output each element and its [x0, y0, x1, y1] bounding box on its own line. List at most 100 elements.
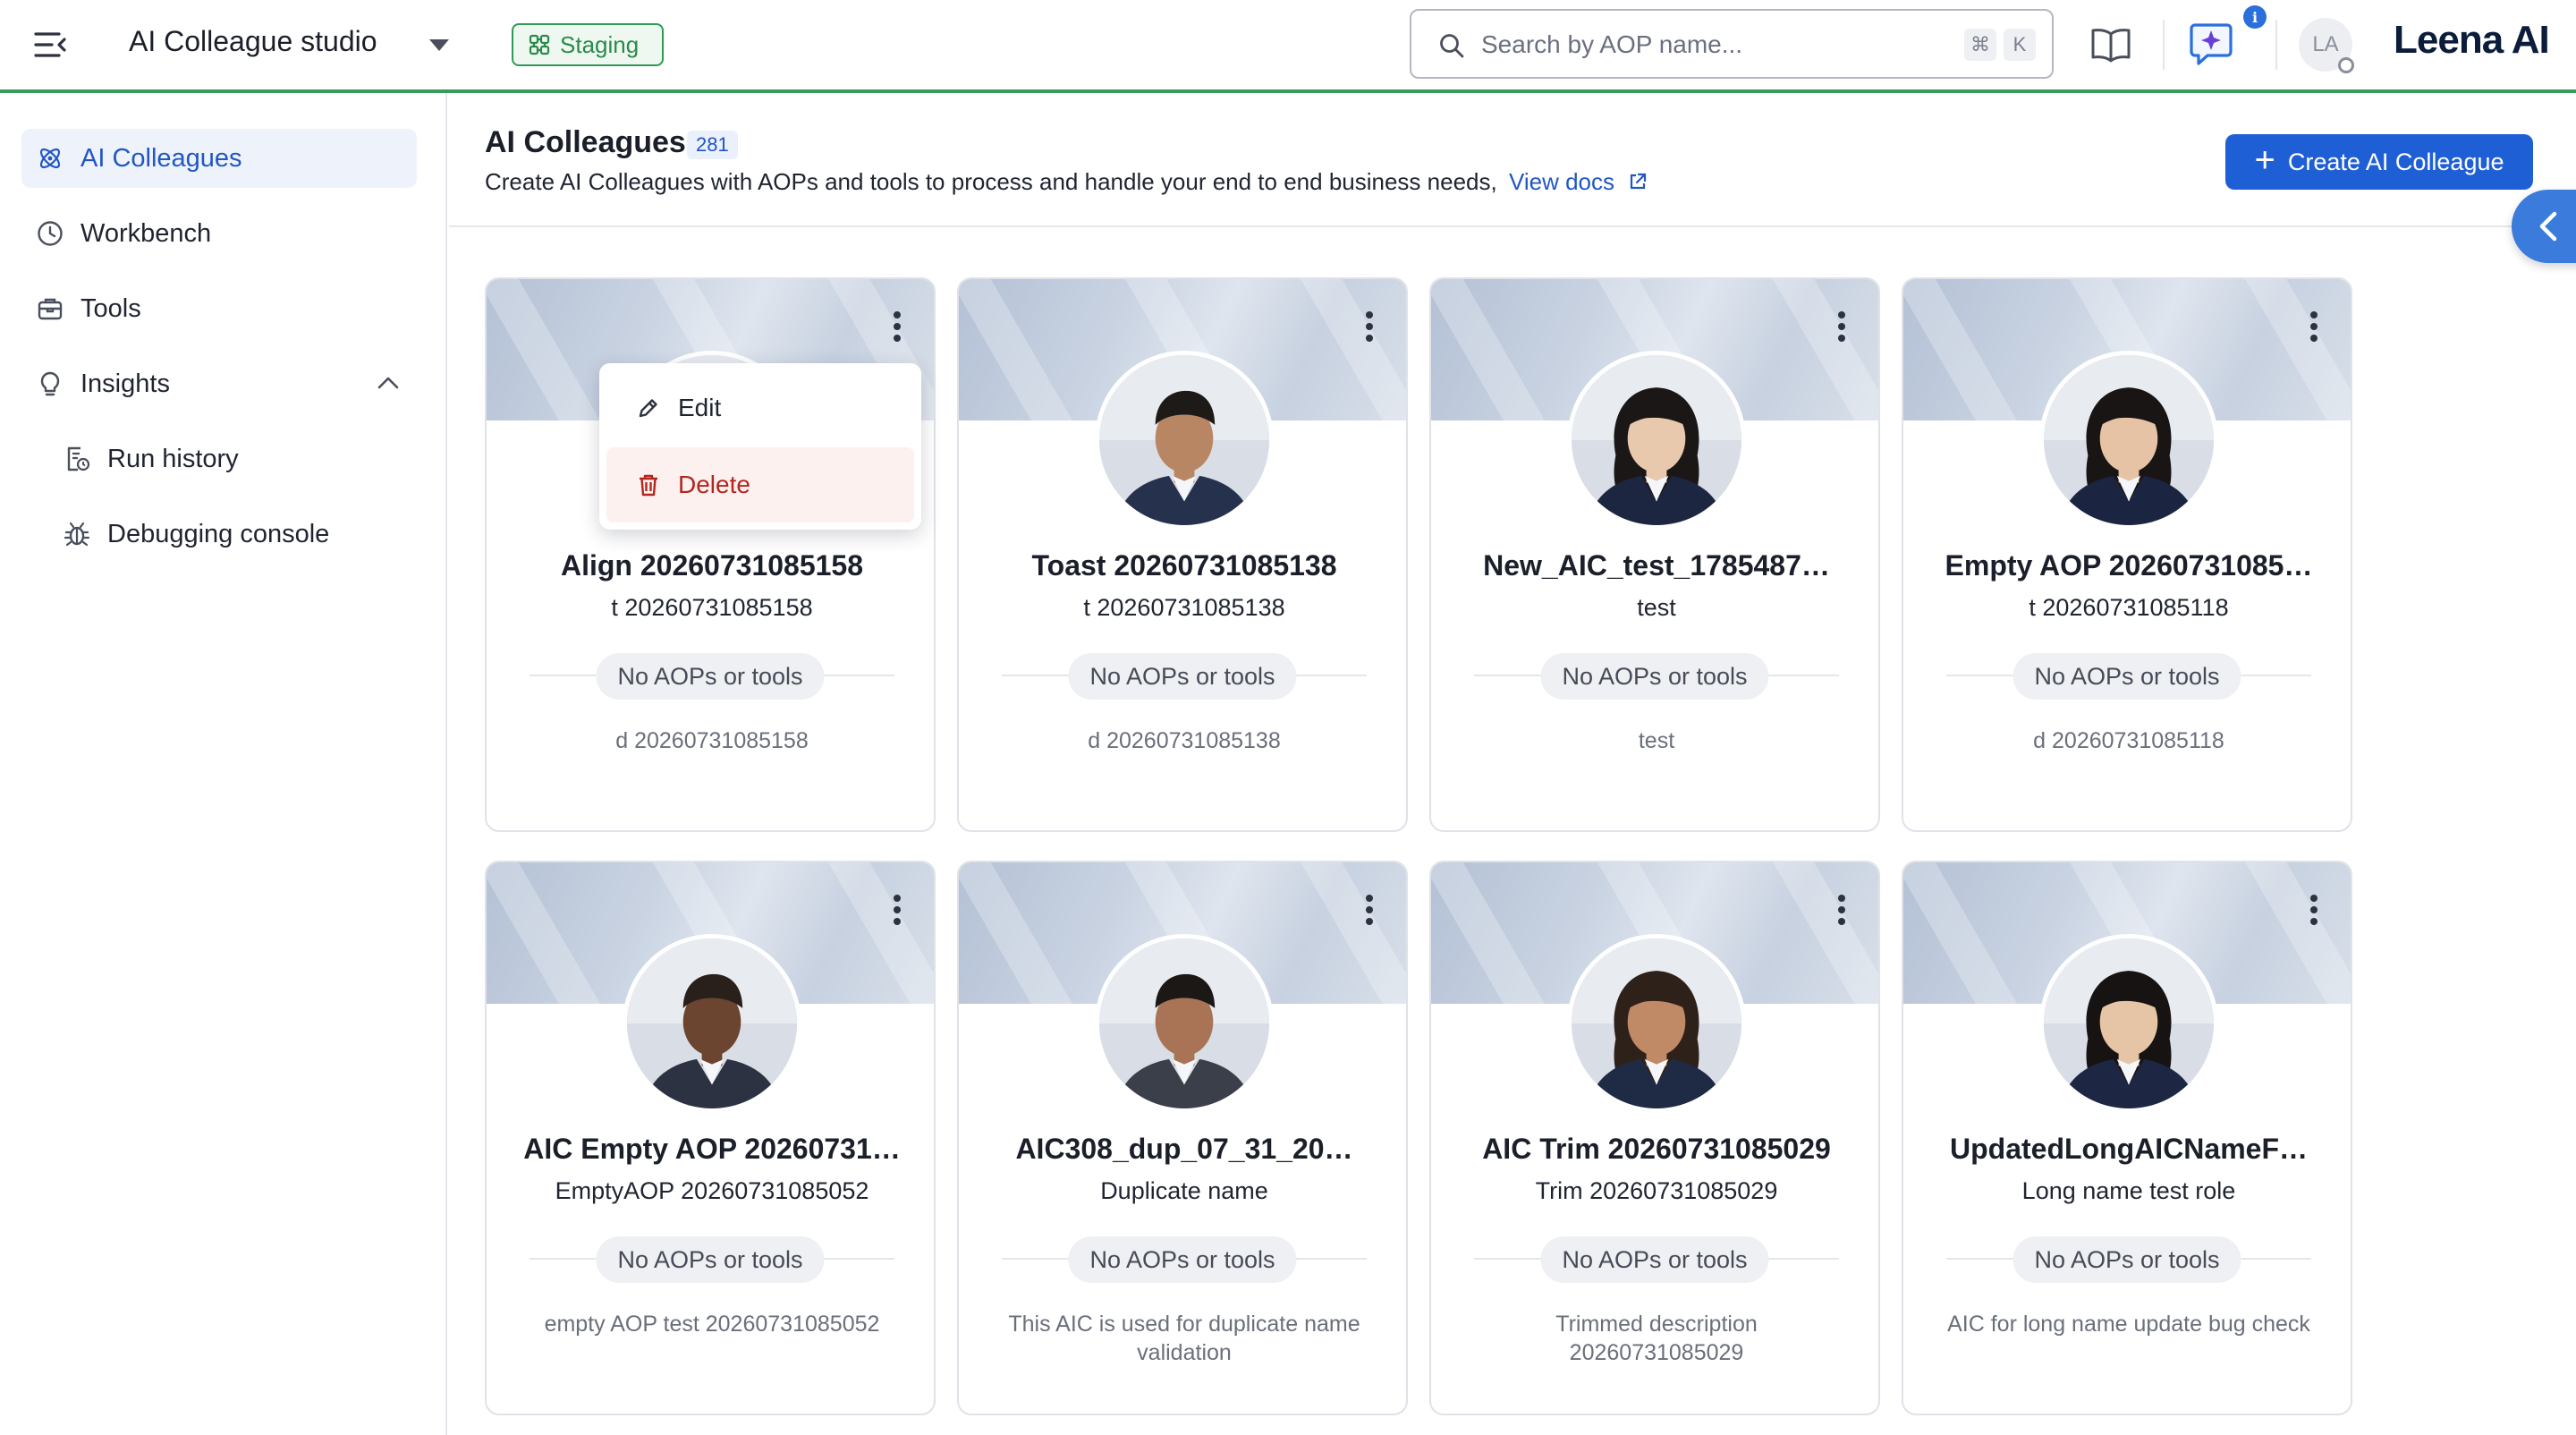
toolbar-divider	[2163, 20, 2165, 70]
count-badge: 281	[687, 131, 738, 159]
colleague-card[interactable]: AIC Trim 20260731085029 Trim 20260731085…	[1429, 861, 1880, 1415]
pencil-icon	[639, 399, 657, 418]
sidebar-item-label: Workbench	[80, 218, 212, 248]
colleague-description: This AIC is used for duplicate name vali…	[1008, 1312, 1360, 1365]
toolbox-icon	[38, 298, 63, 320]
colleague-role: Trim 20260731085029	[1535, 1177, 1778, 1204]
app-title[interactable]: AI Colleague studio	[129, 25, 377, 58]
avatar	[1567, 934, 1746, 1113]
colleague-description: Trimmed description 20260731085029	[1555, 1312, 1758, 1365]
sidebar-item-debugging-console[interactable]: Debugging console	[21, 505, 417, 564]
colleague-role: t 20260731085138	[1083, 594, 1285, 621]
plus-icon: +	[2254, 140, 2275, 180]
colleague-description: test	[1638, 728, 1675, 753]
search-input[interactable]	[1481, 25, 1875, 64]
sidebar-item-label: Run history	[107, 444, 239, 473]
more-options-icon[interactable]	[891, 895, 903, 930]
environment-badge: Staging	[512, 23, 664, 66]
notification-badge: i	[2243, 5, 2267, 29]
colleague-name: AIC Empty AOP 20260731…	[523, 1133, 901, 1165]
sidebar: AI Colleagues Workbench Tools Insights R…	[0, 93, 447, 1435]
colleague-role: test	[1637, 594, 1676, 621]
top-bar: AI Colleague studio Staging ⌘ K i LA Lee…	[0, 0, 2576, 93]
tools-status-badge: No AOPs or tools	[1540, 653, 1769, 700]
tools-status-badge: No AOPs or tools	[1068, 1236, 1297, 1283]
atom-icon	[39, 148, 61, 169]
ai-assistant-icon[interactable]	[2188, 21, 2234, 66]
portrait-image	[1572, 938, 1741, 1108]
tools-status-badge: No AOPs or tools	[1540, 1236, 1769, 1283]
tools-status-badge: No AOPs or tools	[2012, 653, 2241, 700]
tools-status-badge: No AOPs or tools	[2012, 1236, 2241, 1283]
shortcut-key-k: K	[2004, 29, 2036, 61]
portrait-image	[2044, 355, 2214, 525]
environment-icon	[529, 34, 550, 55]
external-link-icon[interactable]	[1628, 172, 1648, 191]
avatar	[1567, 351, 1746, 530]
colleague-description: AIC for long name update bug check	[1947, 1312, 2310, 1337]
more-options-icon[interactable]	[1835, 895, 1848, 930]
main-content: AI Colleagues 281 Create AI Colleagues w…	[449, 93, 2576, 1435]
sidebar-item-tools[interactable]: Tools	[21, 279, 417, 338]
card-context-menu: Edit Delete	[599, 363, 921, 530]
sidebar-item-label: Tools	[80, 293, 141, 323]
avatar	[2039, 934, 2218, 1113]
more-options-icon[interactable]	[2308, 311, 2320, 347]
sidebar-item-ai-colleagues[interactable]: AI Colleagues	[21, 129, 417, 188]
page-title: AI Colleagues	[485, 125, 686, 159]
book-icon[interactable]	[2089, 27, 2132, 64]
sidebar-item-insights[interactable]: Insights	[21, 354, 417, 413]
colleague-card[interactable]: Align 20260731085158 t 20260731085158 No…	[485, 277, 936, 832]
colleague-role: EmptyAOP 20260731085052	[555, 1177, 869, 1204]
search-box[interactable]: ⌘ K	[1410, 9, 2054, 79]
view-docs-link[interactable]: View docs	[1509, 168, 1614, 195]
colleague-card[interactable]: Empty AOP 20260731085… t 20260731085118 …	[1902, 277, 2352, 832]
avatar	[1095, 351, 1274, 530]
colleague-description: d 20260731085118	[2033, 728, 2224, 753]
colleague-card[interactable]: UpdatedLongAICNameF… Long name test role…	[1902, 861, 2352, 1415]
sidebar-item-run-history[interactable]: Run history	[21, 429, 417, 488]
more-options-icon[interactable]	[1363, 311, 1376, 347]
panel-toggle[interactable]	[2512, 190, 2576, 263]
sidebar-item-label: Insights	[80, 369, 170, 398]
page-description: Create AI Colleagues with AOPs and tools…	[485, 168, 1648, 196]
menu-collapse-icon[interactable]	[32, 27, 68, 63]
colleague-role: Duplicate name	[1100, 1177, 1268, 1204]
avatar	[623, 934, 801, 1113]
create-ai-colleague-button[interactable]: + Create AI Colleague	[2225, 134, 2533, 190]
chevron-up-icon[interactable]	[376, 372, 401, 394]
more-options-icon[interactable]	[1835, 311, 1848, 347]
colleague-name: AIC308_dup_07_31_20…	[1015, 1133, 1353, 1165]
more-options-icon[interactable]	[2308, 895, 2320, 930]
sidebar-item-label: AI Colleagues	[80, 143, 242, 173]
menu-item-label: Delete	[678, 471, 750, 498]
menu-item-delete[interactable]: Delete	[606, 447, 914, 522]
colleague-description: d 20260731085138	[1088, 728, 1281, 753]
colleague-card[interactable]: New_AIC_test_1785487… test No AOPs or to…	[1429, 277, 1880, 832]
colleague-role: t 20260731085158	[611, 594, 813, 621]
more-options-icon[interactable]	[891, 311, 903, 347]
tools-status-badge: No AOPs or tools	[596, 1236, 825, 1283]
colleague-card[interactable]: AIC Empty AOP 20260731… EmptyAOP 2026073…	[485, 861, 936, 1415]
shortcut-key-cmd: ⌘	[1964, 29, 1996, 61]
environment-label: Staging	[560, 30, 640, 58]
colleague-card[interactable]: AIC308_dup_07_31_20… Duplicate name No A…	[957, 861, 1408, 1415]
brand-logo: Leena AI	[2394, 18, 2550, 62]
colleague-role: Long name test role	[2021, 1177, 2236, 1204]
tools-status-badge: No AOPs or tools	[1068, 653, 1297, 700]
sidebar-item-label: Debugging console	[107, 519, 330, 548]
colleague-description: d 20260731085158	[615, 728, 809, 753]
more-options-icon[interactable]	[1363, 895, 1376, 930]
portrait-image	[2044, 938, 2214, 1108]
menu-item-label: Edit	[678, 394, 722, 421]
toolbar-divider	[2275, 20, 2277, 70]
search-icon	[1440, 34, 1464, 58]
colleague-name: Empty AOP 20260731085…	[1945, 549, 2313, 582]
chevron-left-icon	[2539, 211, 2557, 242]
caret-down-icon[interactable]	[428, 34, 451, 55]
avatar	[2039, 351, 2218, 530]
colleague-card[interactable]: Toast 20260731085138 t 20260731085138 No…	[957, 277, 1408, 832]
page-header: AI Colleagues 281 Create AI Colleagues w…	[449, 93, 2576, 227]
menu-item-edit[interactable]: Edit	[606, 370, 914, 446]
sidebar-item-workbench[interactable]: Workbench	[21, 204, 417, 263]
